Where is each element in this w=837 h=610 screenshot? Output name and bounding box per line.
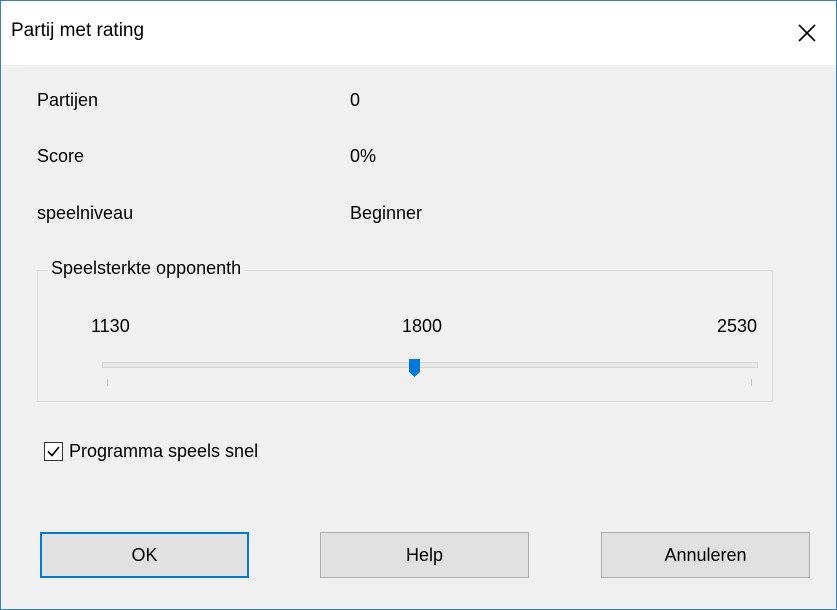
- games-value: 0: [350, 90, 361, 110]
- fast-play-checkbox[interactable]: [44, 442, 63, 461]
- cancel-button[interactable]: Annuleren: [601, 532, 810, 578]
- slider-max-label: 2530: [717, 316, 758, 336]
- level-value: Beginner: [350, 203, 423, 223]
- games-label: Partijen: [37, 90, 99, 110]
- slider-tick-max: [751, 379, 752, 386]
- dialog-title: Partij met rating: [11, 20, 145, 41]
- opponent-strength-slider[interactable]: [102, 362, 758, 368]
- title-bar: Partij met rating: [1, 1, 836, 65]
- score-value: 0%: [350, 146, 377, 166]
- close-button[interactable]: [776, 1, 836, 65]
- checkmark-icon: [47, 446, 60, 457]
- ok-button[interactable]: OK: [40, 532, 249, 578]
- score-label: Score: [37, 146, 85, 166]
- slider-tick-min: [107, 379, 108, 386]
- slider-min-label: 1130: [91, 316, 130, 336]
- slider-thumb[interactable]: [409, 359, 420, 377]
- fast-play-label[interactable]: Programma speels snel: [69, 441, 258, 462]
- slider-mid-label: 1800: [402, 316, 443, 336]
- opponent-strength-title: Speelsterkte opponenth: [48, 258, 245, 279]
- help-button[interactable]: Help: [320, 532, 529, 578]
- level-label: speelniveau: [37, 203, 134, 223]
- close-icon: [798, 24, 816, 42]
- rating-game-dialog: Partij met rating Partijen 0 Score 0% sp…: [0, 0, 837, 610]
